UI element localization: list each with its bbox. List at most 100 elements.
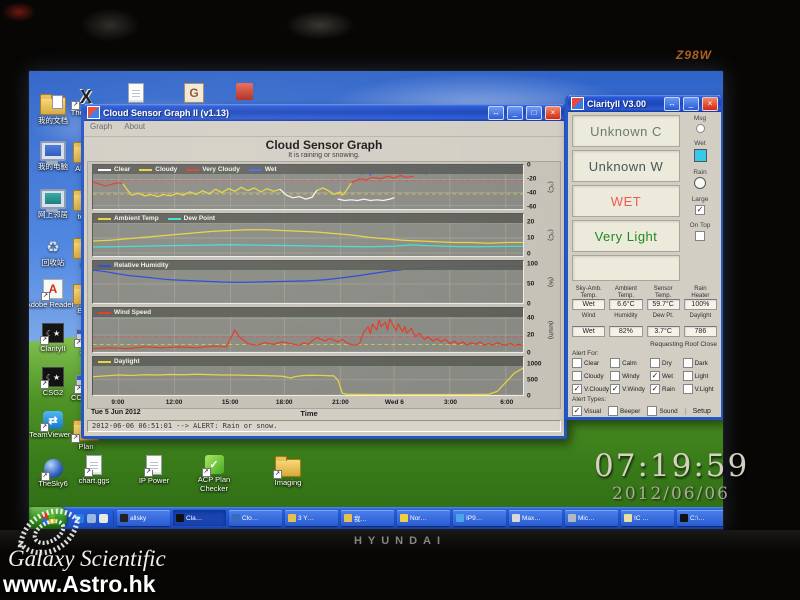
task-button-Clo…[interactable]: Clo… <box>229 510 282 526</box>
alert-checkbox-Wet[interactable]: ✓Wet <box>650 371 683 381</box>
plot-area-sky[interactable]: ClearCloudyVery CloudyWet <box>92 164 524 210</box>
clarity-close-button[interactable]: × <box>702 97 718 111</box>
sensor-label-line1: Rain <box>684 286 717 293</box>
plot-area-humidity[interactable]: Relative Humidity <box>92 260 524 304</box>
sensor-Temp.: AmbientTemp.6.6°C <box>609 286 642 310</box>
page-icon <box>128 83 144 103</box>
legend-label: Wet <box>265 166 277 173</box>
chart-panel-temp: Ambient TempDew Point20100(°C) <box>92 213 558 257</box>
task-button-3 Y…[interactable]: 3 Y… <box>285 510 338 526</box>
desktop-icon-unlabeled[interactable] <box>121 83 151 103</box>
clarity-window-title: ClarityII V3.00 <box>587 99 661 109</box>
alert-checkbox-Dry[interactable]: Dry <box>650 358 683 368</box>
sensor-label: RainHeater <box>684 286 717 299</box>
desktop-icon-unlabeled[interactable] <box>229 83 259 100</box>
clarity-title-bar[interactable]: ClarityII V3.00 ↔ _ × <box>568 95 721 112</box>
task-button-Mic…[interactable]: Mic… <box>565 510 618 526</box>
rail-square-indicator <box>694 149 707 162</box>
desktop-icon-Imaging[interactable]: Imaging <box>257 455 319 488</box>
alert-checkbox-Clear[interactable]: Clear <box>572 358 610 368</box>
task-button-label: allsky <box>130 515 146 522</box>
menu-about[interactable]: About <box>124 122 145 135</box>
desktop-icon-label: 我的文档 <box>28 117 81 126</box>
shortcut-arrow-icon <box>41 292 50 301</box>
shortcut-arrow-icon <box>84 468 93 477</box>
legend-item: Wind Speed <box>98 309 151 316</box>
sensor-Temp.: Sky-Amb.Temp.Wet <box>572 286 605 310</box>
rail-label: Msg <box>683 115 717 123</box>
desktop-icon-ACP Plan Checker[interactable]: ACP Plan Checker <box>183 455 245 493</box>
clarity-minimize-button[interactable]: _ <box>683 97 699 111</box>
graph-title-bar[interactable]: Cloud Sensor Graph II (v1.13) ↔ _ □ × <box>84 104 564 121</box>
alert-checkbox-V.Windy[interactable]: ✓V.Windy <box>610 384 650 394</box>
legend-wind: Wind Speed <box>93 308 523 317</box>
alert-type-Sound[interactable]: Sound <box>647 406 677 416</box>
watermark-url: www.Astro.hk <box>3 571 156 598</box>
desktop-icon-IP Power[interactable]: IP Power <box>123 455 185 486</box>
task-button-C:\…[interactable]: C:\… <box>677 510 724 526</box>
monitor-model: Z98W <box>676 48 712 62</box>
rail-checkbox-On Top[interactable] <box>695 231 705 241</box>
task-button-label: IP9… <box>466 515 482 522</box>
task-button-IC …[interactable]: IC … <box>621 510 674 526</box>
desktop-icon-label: IP Power <box>123 477 185 486</box>
task-button-IP9…[interactable]: IP9… <box>453 510 506 526</box>
desktop-icon-chart.ggs[interactable]: chart.ggs <box>63 455 125 486</box>
alert-checkbox-Cloudy[interactable]: Cloudy <box>572 371 610 381</box>
maximize-button[interactable]: □ <box>526 106 542 120</box>
alert-label: V.Light <box>695 386 714 393</box>
alert-checkbox-V.Light[interactable]: V.Light <box>683 384 717 394</box>
alert-type-Visual[interactable]: ✓Visual <box>572 406 601 416</box>
alert-checkbox-V.Cloudy[interactable]: ✓V.Cloudy <box>572 384 610 394</box>
alert-checkbox-Windy[interactable]: Windy <box>610 371 650 381</box>
plot-area-wind[interactable]: Wind Speed <box>92 307 524 353</box>
task-button-Cla…[interactable]: Cla… <box>173 510 226 526</box>
checkbox-icon <box>683 358 693 368</box>
minimize-button[interactable]: _ <box>507 106 523 120</box>
setup-button[interactable]: Setup <box>685 408 718 415</box>
sensor-label: AmbientTemp. <box>609 286 642 299</box>
y-axis-wind: 40200 <box>524 307 548 353</box>
shortcut-arrow-icon <box>71 434 80 443</box>
alert-checkbox-Light[interactable]: Light <box>683 371 717 381</box>
legend-item: Very Cloudy <box>186 166 240 173</box>
alert-checkbox-Dark[interactable]: Dark <box>683 358 717 368</box>
sensor-Daylight: Daylight786 <box>684 313 717 337</box>
legend-chip <box>98 169 111 171</box>
alert-type-label: Sound <box>659 408 677 415</box>
sphere-icon <box>44 459 63 478</box>
plot-area-daylight[interactable]: Daylight <box>92 356 524 396</box>
readout-empty <box>572 255 680 281</box>
resize-button[interactable]: ↔ <box>488 106 504 120</box>
y-unit-daylight <box>548 356 558 396</box>
rail-checkbox-Large[interactable]: ✓ <box>695 205 705 215</box>
quick-launch-icon-2[interactable] <box>99 514 108 523</box>
desktop-icon-label: ACP Plan Checker <box>183 476 245 493</box>
alert-type-Beeper[interactable]: Beeper <box>608 406 640 416</box>
alert-label: Dark <box>695 360 708 367</box>
alert-checkbox-Rain[interactable]: ✓Rain <box>650 384 683 394</box>
clarity-resize-button[interactable]: ↔ <box>664 97 680 111</box>
y-axis-sky: 0-20-40-60 <box>524 164 548 210</box>
acp-icon <box>205 455 224 474</box>
task-button-Max…[interactable]: Max… <box>509 510 562 526</box>
shortcut-arrow-icon <box>40 336 49 345</box>
checkbox-icon <box>572 358 582 368</box>
task-button-Nor…[interactable]: Nor… <box>397 510 450 526</box>
task-button-allsky[interactable]: allsky <box>117 510 170 526</box>
sensor-Humidity: Humidity82% <box>609 313 642 337</box>
alert-checkbox-Calm[interactable]: Calm <box>610 358 650 368</box>
alert-types-row: ✓Visual Beeper Sound Setup <box>572 406 717 416</box>
menu-graph[interactable]: Graph <box>90 122 112 135</box>
task-button-我…[interactable]: 我… <box>341 510 394 526</box>
legend-item: Daylight <box>98 358 140 365</box>
clarity-window: ClarityII V3.00 ↔ _ × Unknown CUnknown W… <box>565 95 724 420</box>
rail-radio-indicator[interactable] <box>696 124 705 133</box>
graph-window-title: Cloud Sensor Graph II (v1.13) <box>103 108 485 118</box>
checkbox-icon <box>683 371 693 381</box>
rail-label: Wet <box>683 140 717 148</box>
plot-area-temp[interactable]: Ambient TempDew Point <box>92 213 524 257</box>
desktop-icon-unlabeled[interactable] <box>179 83 209 103</box>
legend-item: Dew Point <box>168 215 215 222</box>
close-button[interactable]: × <box>545 106 561 120</box>
